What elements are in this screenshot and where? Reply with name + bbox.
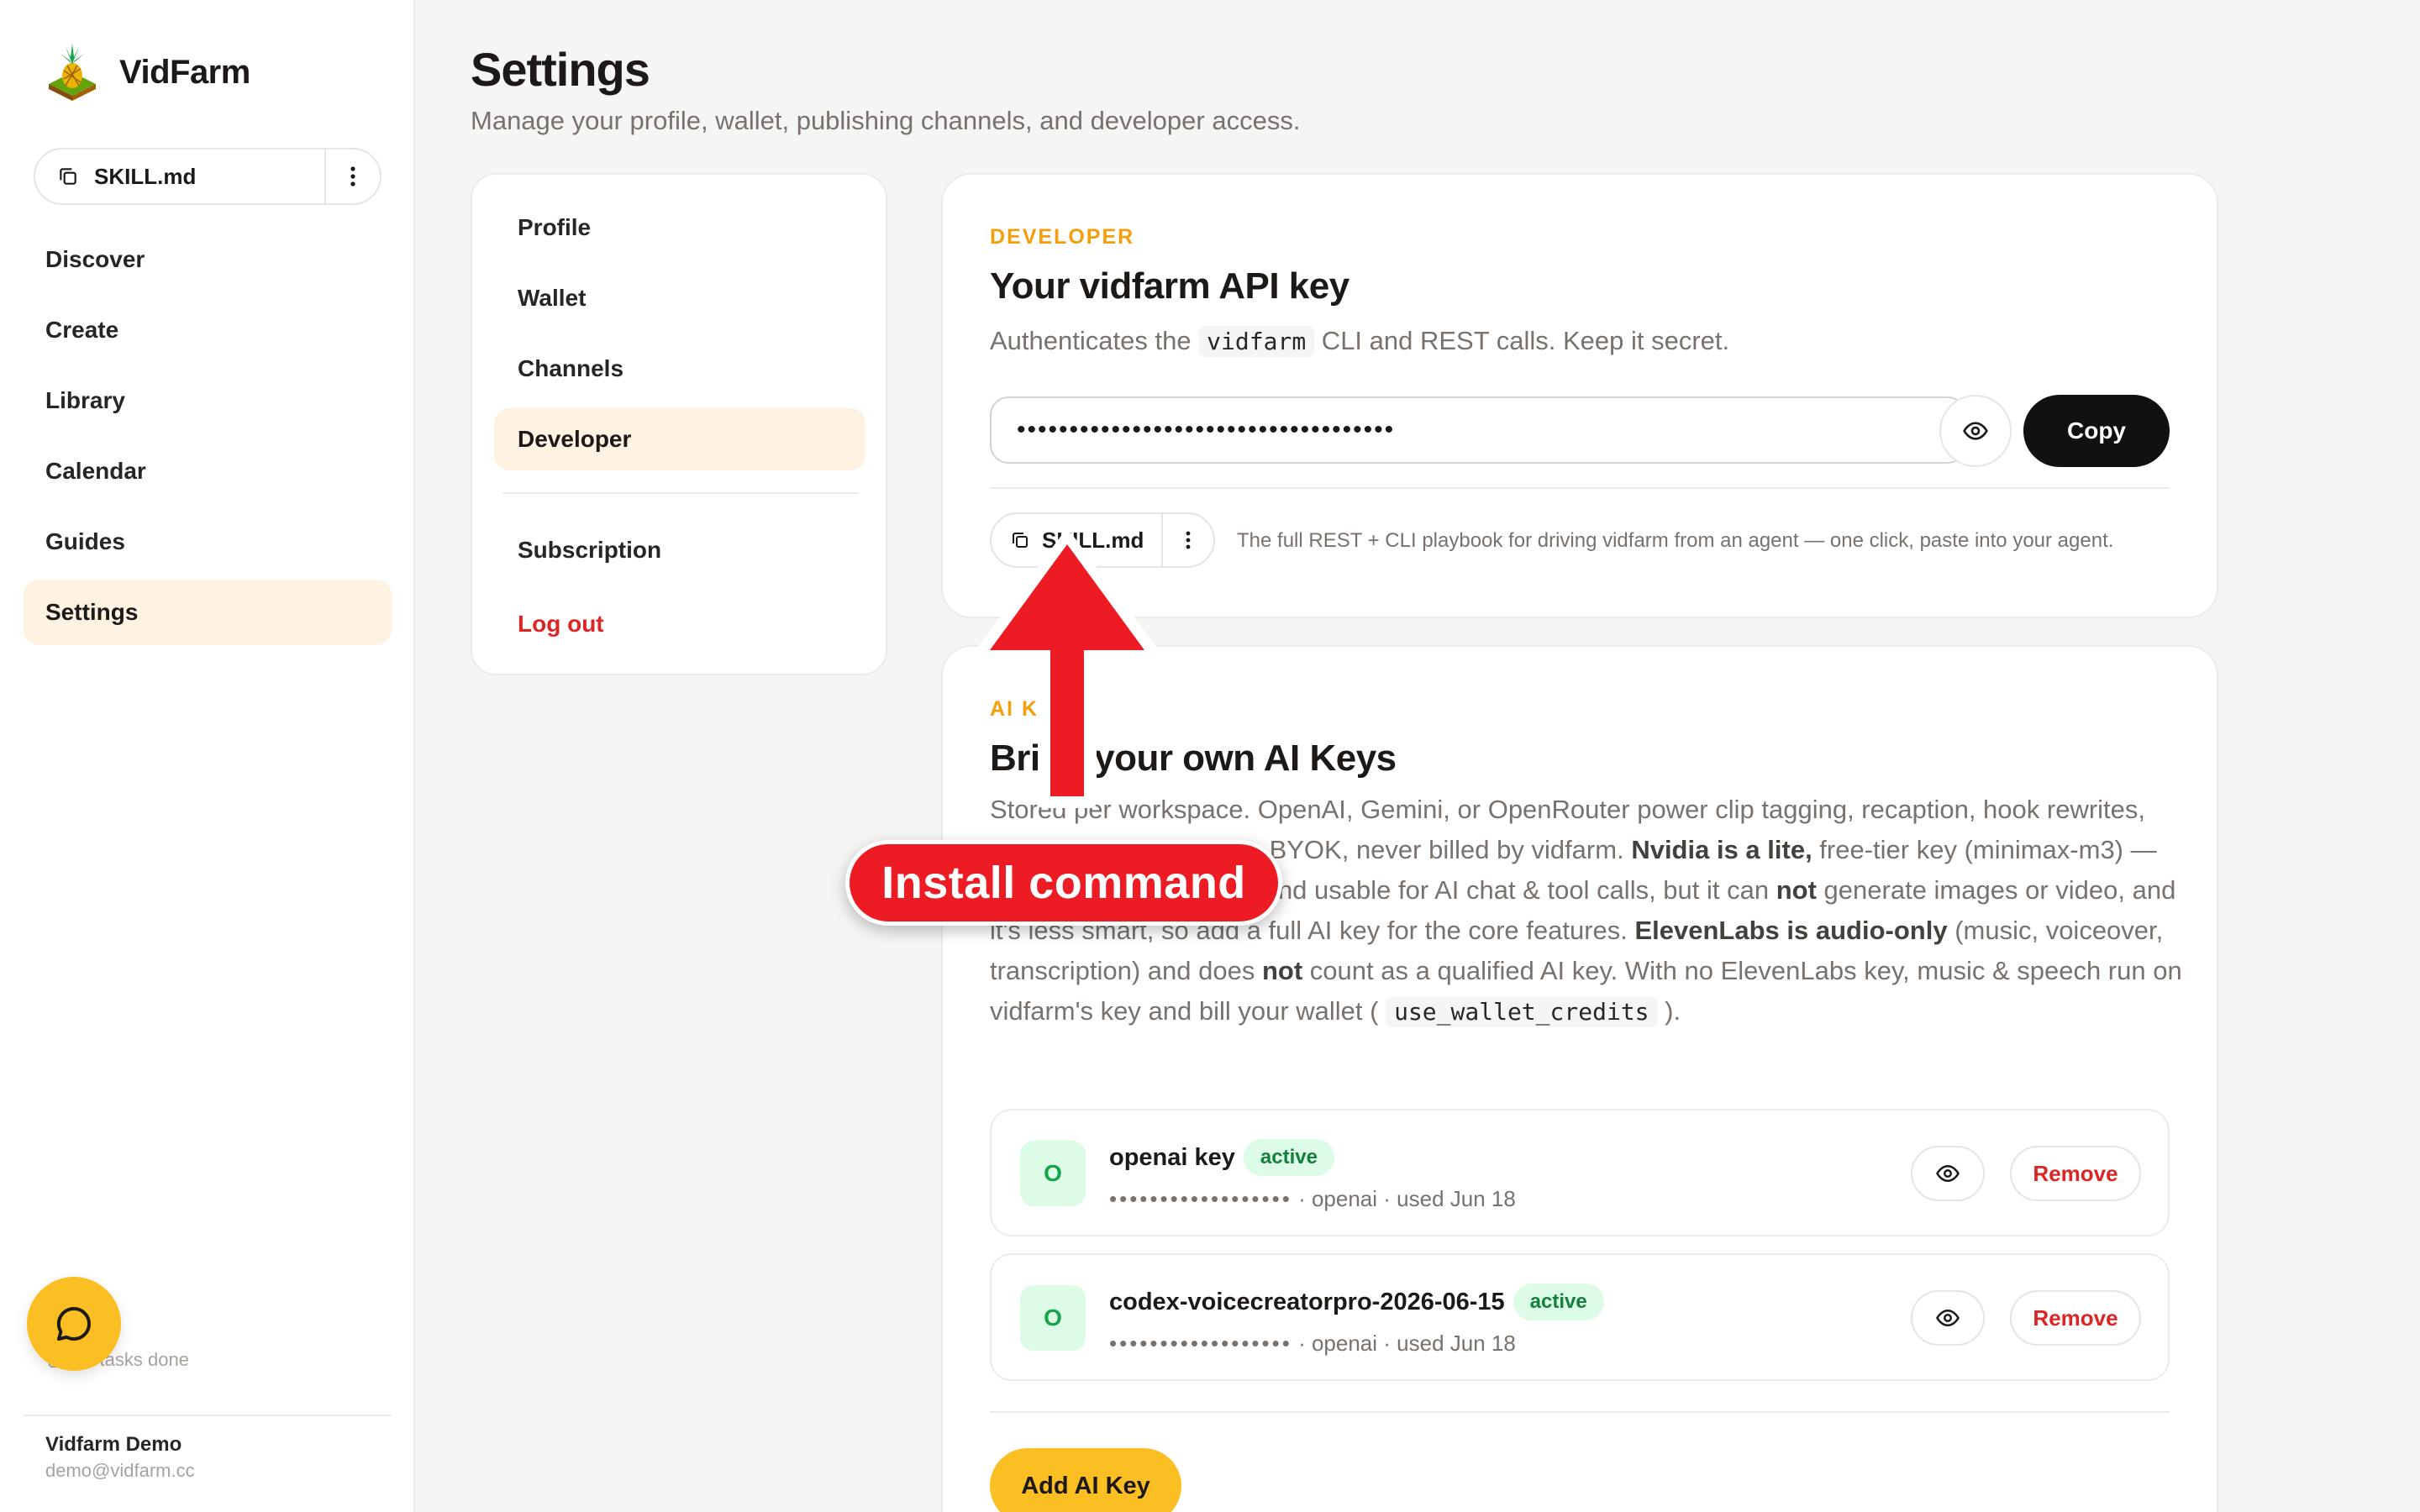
desc-bold: ElevenLabs is audio-only bbox=[1634, 916, 1948, 945]
provider-avatar: O bbox=[1020, 1141, 1086, 1206]
user-name[interactable]: Vidfarm Demo bbox=[45, 1433, 182, 1457]
eye-icon bbox=[1963, 422, 1988, 440]
pineapple-logo-icon bbox=[49, 44, 96, 101]
status-badge: active bbox=[1512, 1284, 1604, 1320]
annotation-label: Install command bbox=[845, 840, 1282, 926]
desc-bold: not bbox=[1261, 956, 1303, 985]
desc-bold: not bbox=[1776, 875, 1817, 905]
settings-tab-developer[interactable]: Developer bbox=[494, 408, 865, 470]
ai-key-row: O codex-voicecreatorpro-2026-06-15 activ… bbox=[990, 1253, 2170, 1381]
sidebar-item-library[interactable]: Library bbox=[24, 368, 392, 433]
sidebar-item-calendar[interactable]: Calendar bbox=[24, 438, 392, 504]
logout-button[interactable]: Log out bbox=[494, 593, 865, 655]
settings-tab-subscription[interactable]: Subscription bbox=[494, 519, 865, 581]
annotation-arrow-up-icon bbox=[973, 532, 1161, 808]
brand[interactable]: VidFarm bbox=[42, 42, 250, 102]
brand-name: VidFarm bbox=[119, 53, 250, 91]
ai-key-name: codex-voicecreatorpro-2026-06-15 bbox=[1109, 1288, 1505, 1315]
api-key-desc-text: Authenticates the bbox=[990, 326, 1199, 355]
ai-key-meta: •••••••••••••••••• · openai · used Jun 1… bbox=[1109, 1331, 1516, 1357]
settings-tab-wallet[interactable]: Wallet bbox=[494, 267, 865, 329]
user-email: demo@vidfarm.cc bbox=[45, 1460, 195, 1481]
reveal-ai-key-button[interactable] bbox=[1911, 1146, 1985, 1201]
copy-key-button[interactable]: Copy bbox=[2023, 395, 2170, 467]
masked-key: •••••••••••••••••• bbox=[1109, 1331, 1292, 1356]
settings-tab-channels[interactable]: Channels bbox=[494, 338, 865, 400]
eye-icon bbox=[1936, 1309, 1960, 1327]
api-key-field[interactable]: •••••••••••••••••••••••••••••••••••• bbox=[990, 396, 1966, 464]
page-subtitle: Manage your profile, wallet, publishing … bbox=[471, 106, 1301, 135]
sidebar-item-guides[interactable]: Guides bbox=[24, 509, 392, 575]
api-key-desc-text-2: CLI and REST calls. Keep it secret. bbox=[1314, 326, 1730, 355]
api-key-title: Your vidfarm API key bbox=[990, 265, 1349, 307]
sidebar-item-discover[interactable]: Discover bbox=[24, 227, 392, 292]
sidebar-item-create[interactable]: Create bbox=[24, 297, 392, 363]
settings-nav-divider bbox=[502, 492, 859, 494]
api-key-description: Authenticates the vidfarm CLI and REST c… bbox=[990, 321, 1729, 362]
desc-bold: Nvidia is a lite, bbox=[1631, 835, 1812, 864]
remove-ai-key-button[interactable]: Remove bbox=[2010, 1290, 2141, 1346]
key-usage: · openai · used Jun 18 bbox=[1292, 1331, 1516, 1356]
sidebar: VidFarm SKILL.md Discover Create Library… bbox=[0, 0, 415, 1512]
desc-text: ). bbox=[1657, 996, 1681, 1026]
ai-key-name-row: codex-voicecreatorpro-2026-06-15 active bbox=[1109, 1284, 1604, 1320]
ai-key-meta: •••••••••••••••••• · openai · used Jun 1… bbox=[1109, 1186, 1516, 1212]
key-usage: · openai · used Jun 18 bbox=[1292, 1186, 1516, 1211]
developer-eyebrow: DEVELOPER bbox=[990, 225, 1135, 249]
eye-icon bbox=[1936, 1164, 1960, 1183]
reveal-key-button[interactable] bbox=[1939, 395, 2012, 467]
skill-md-button-group: SKILL.md bbox=[34, 148, 381, 205]
skill-md-more-button[interactable] bbox=[326, 150, 380, 203]
copy-icon bbox=[60, 168, 76, 185]
chat-bubble-icon bbox=[56, 1306, 91, 1341]
ai-key-name-row: openai key active bbox=[1109, 1139, 1334, 1176]
ai-keys-divider bbox=[990, 1411, 2170, 1413]
skill-md-hint: The full REST + CLI playbook for driving… bbox=[1237, 529, 2114, 552]
ai-key-name: openai key bbox=[1109, 1143, 1235, 1171]
skill-md-label: SKILL.md bbox=[94, 163, 197, 189]
status-badge: active bbox=[1243, 1139, 1334, 1176]
settings-nav: Profile Wallet Channels Developer Subscr… bbox=[471, 173, 887, 675]
wallet-credits-code: use_wallet_credits bbox=[1386, 996, 1658, 1027]
remove-ai-key-button[interactable]: Remove bbox=[2010, 1146, 2141, 1201]
sidebar-item-settings[interactable]: Settings bbox=[24, 580, 392, 645]
more-vertical-icon bbox=[1186, 531, 1191, 549]
sidebar-nav: Discover Create Library Calendar Guides … bbox=[24, 227, 392, 650]
page-title: Settings bbox=[471, 43, 650, 96]
skill-md-more-button-dev[interactable] bbox=[1163, 514, 1213, 566]
reveal-ai-key-button[interactable] bbox=[1911, 1290, 1985, 1346]
provider-avatar: O bbox=[1020, 1285, 1086, 1351]
user-divider bbox=[24, 1415, 392, 1416]
chat-button[interactable] bbox=[27, 1277, 121, 1371]
app-root: VidFarm SKILL.md Discover Create Library… bbox=[0, 0, 2420, 1512]
developer-divider bbox=[990, 487, 2170, 489]
vidfarm-code: vidfarm bbox=[1198, 326, 1315, 357]
ai-key-row: O openai key active •••••••••••••••••• ·… bbox=[990, 1109, 2170, 1236]
masked-key: •••••••••••••••••• bbox=[1109, 1186, 1292, 1211]
more-vertical-icon bbox=[350, 166, 355, 186]
add-ai-key-button[interactable]: Add AI Key bbox=[990, 1448, 1181, 1512]
skill-md-copy-button[interactable]: SKILL.md bbox=[35, 150, 326, 203]
settings-tab-profile[interactable]: Profile bbox=[494, 197, 865, 259]
